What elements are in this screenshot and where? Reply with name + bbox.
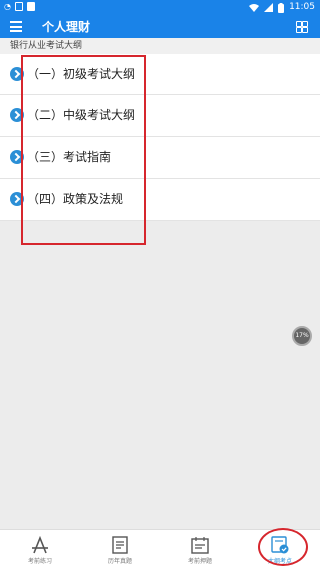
- notification-app-icon: [26, 2, 35, 11]
- status-time: 11:05: [289, 2, 315, 12]
- list-item-label: （四）政策及法规: [27, 192, 124, 206]
- nav-label: 考前押题: [187, 558, 212, 565]
- outline-list: （一）初级考试大纲 （二）中级考试大纲 （三）考试指南 （四）政策及法规: [0, 54, 320, 221]
- document-icon: [112, 536, 128, 554]
- outline-check-icon: [271, 536, 289, 554]
- status-indicators: 11:05: [249, 2, 315, 13]
- progress-badge[interactable]: 17%: [292, 326, 312, 346]
- list-item[interactable]: （三）考试指南: [0, 137, 320, 179]
- list-item-label: （一）初级考试大纲: [27, 67, 136, 81]
- nav-item-outline[interactable]: 大纲考点: [240, 530, 320, 570]
- notification-icon: ◔: [4, 2, 11, 11]
- nav-label: 历年真题: [107, 558, 132, 565]
- chevron-right-icon: [10, 150, 24, 164]
- nav-item-past-papers[interactable]: 历年真题: [80, 530, 160, 570]
- status-bar: ◔ 11:05: [0, 0, 320, 16]
- list-item-label: （三）考试指南: [27, 150, 112, 164]
- nav-label: 考前练习: [27, 558, 52, 565]
- list-item[interactable]: （四）政策及法规: [0, 179, 320, 221]
- calendar-icon: [191, 537, 209, 554]
- list-item[interactable]: （一）初级考试大纲: [0, 54, 320, 95]
- chevron-right-icon: [10, 67, 24, 81]
- page-title: 个人理财: [42, 20, 91, 34]
- section-header: 银行从业考试大纲: [0, 38, 320, 54]
- nav-item-predicted[interactable]: 考前押题: [160, 530, 240, 570]
- nav-label: 大纲考点: [267, 558, 292, 565]
- nav-item-practice[interactable]: 考前练习: [0, 530, 80, 570]
- app-bar: 个人理财: [0, 16, 320, 38]
- app-store-icon: [32, 536, 48, 554]
- notification-square-icon: [14, 2, 23, 11]
- status-notifications: ◔: [4, 2, 35, 11]
- list-item[interactable]: （二）中级考试大纲: [0, 95, 320, 137]
- battery-icon: [278, 2, 285, 13]
- grid-icon[interactable]: [296, 21, 308, 33]
- chevron-right-icon: [10, 108, 24, 122]
- list-item-label: （二）中级考试大纲: [27, 108, 136, 122]
- wifi-icon: [249, 4, 260, 12]
- bottom-nav: 考前练习 历年真题 考前押题 大纲考点: [0, 529, 320, 570]
- chevron-right-icon: [10, 192, 24, 206]
- menu-icon[interactable]: [10, 21, 22, 32]
- signal-icon: [264, 3, 274, 12]
